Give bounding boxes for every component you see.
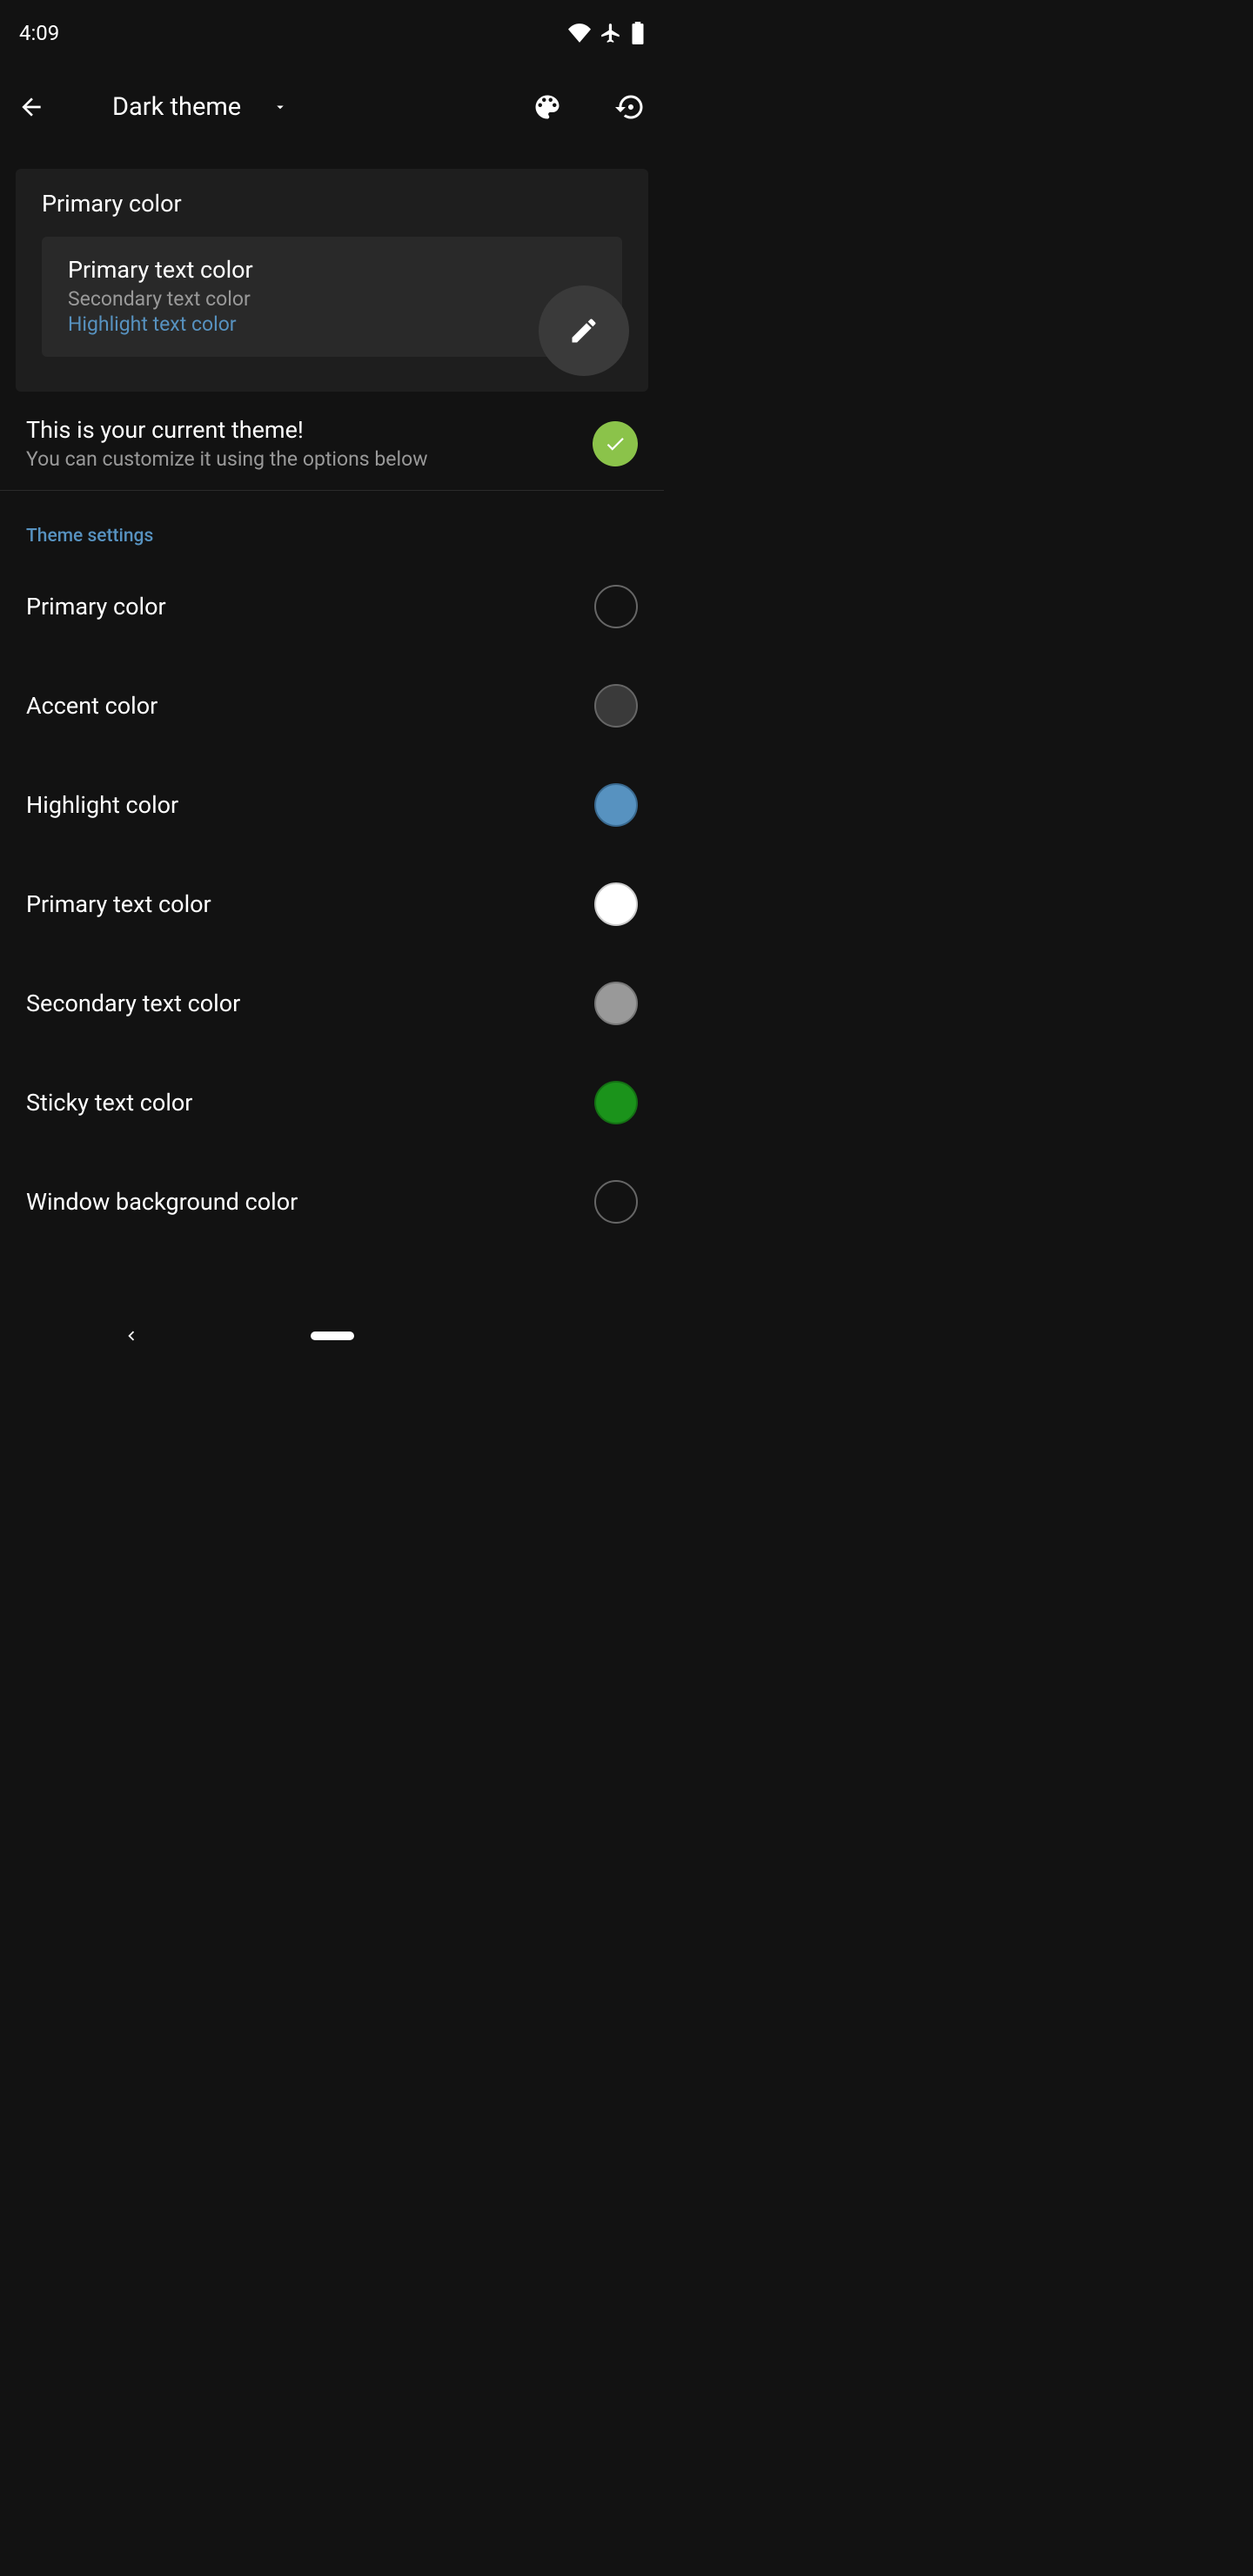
setting-label: Secondary text color: [26, 989, 594, 1017]
color-swatch: [594, 1081, 638, 1124]
color-swatch: [594, 882, 638, 926]
setting-row[interactable]: Highlight color: [0, 755, 664, 855]
current-theme-banner: This is your current theme! You can cust…: [0, 392, 664, 490]
settings-list: Primary color Accent color Highlight color…: [0, 557, 664, 1251]
setting-label: Window background color: [26, 1188, 594, 1216]
color-swatch: [594, 684, 638, 728]
restore-icon: [615, 91, 647, 123]
setting-label: Sticky text color: [26, 1089, 594, 1117]
setting-label: Accent color: [26, 692, 594, 720]
color-swatch: [594, 982, 638, 1025]
check-icon: [604, 433, 626, 455]
status-time: 4:09: [19, 21, 59, 45]
status-icons: [568, 22, 645, 44]
current-theme-title: This is your current theme!: [26, 416, 575, 444]
restore-button[interactable]: [615, 91, 647, 123]
wifi-icon: [568, 23, 591, 43]
palette-icon: [532, 91, 563, 123]
setting-row[interactable]: Accent color: [0, 656, 664, 755]
palette-button[interactable]: [532, 91, 563, 123]
setting-label: Primary text color: [26, 890, 594, 918]
preview-card-header: Primary color: [16, 190, 648, 237]
preview-highlight-text: Highlight text color: [68, 312, 596, 336]
arrow-left-icon: [17, 93, 45, 121]
back-button[interactable]: [17, 93, 45, 121]
preview-card: Primary color Primary text color Seconda…: [16, 169, 648, 392]
setting-label: Primary color: [26, 593, 594, 621]
setting-row[interactable]: Primary text color: [0, 855, 664, 954]
color-swatch: [594, 783, 638, 827]
nav-back-icon[interactable]: [122, 1326, 141, 1345]
edit-fab[interactable]: [539, 285, 629, 376]
app-bar: Dark theme: [0, 65, 664, 148]
color-swatch: [594, 1180, 638, 1224]
current-theme-badge: [593, 421, 638, 466]
theme-selector[interactable]: Dark theme: [112, 92, 479, 122]
theme-selector-label: Dark theme: [112, 92, 241, 122]
system-nav-bar: [0, 1307, 664, 1364]
preview-box: Primary text color Secondary text color …: [42, 237, 622, 357]
preview-primary-text: Primary text color: [68, 256, 596, 284]
battery-icon: [631, 22, 645, 44]
airplane-icon: [600, 22, 622, 44]
section-title: Theme settings: [0, 491, 664, 557]
status-bar: 4:09: [0, 0, 664, 65]
setting-row[interactable]: Window background color: [0, 1152, 664, 1251]
current-theme-subtitle: You can customize it using the options b…: [26, 447, 575, 471]
setting-row[interactable]: Secondary text color: [0, 954, 664, 1053]
pencil-icon: [568, 315, 600, 346]
home-handle[interactable]: [311, 1332, 354, 1340]
color-swatch: [594, 585, 638, 628]
setting-row[interactable]: Primary color: [0, 557, 664, 656]
chevron-down-icon: [272, 99, 288, 115]
setting-label: Highlight color: [26, 791, 594, 819]
setting-row[interactable]: Sticky text color: [0, 1053, 664, 1152]
preview-secondary-text: Secondary text color: [68, 287, 596, 311]
